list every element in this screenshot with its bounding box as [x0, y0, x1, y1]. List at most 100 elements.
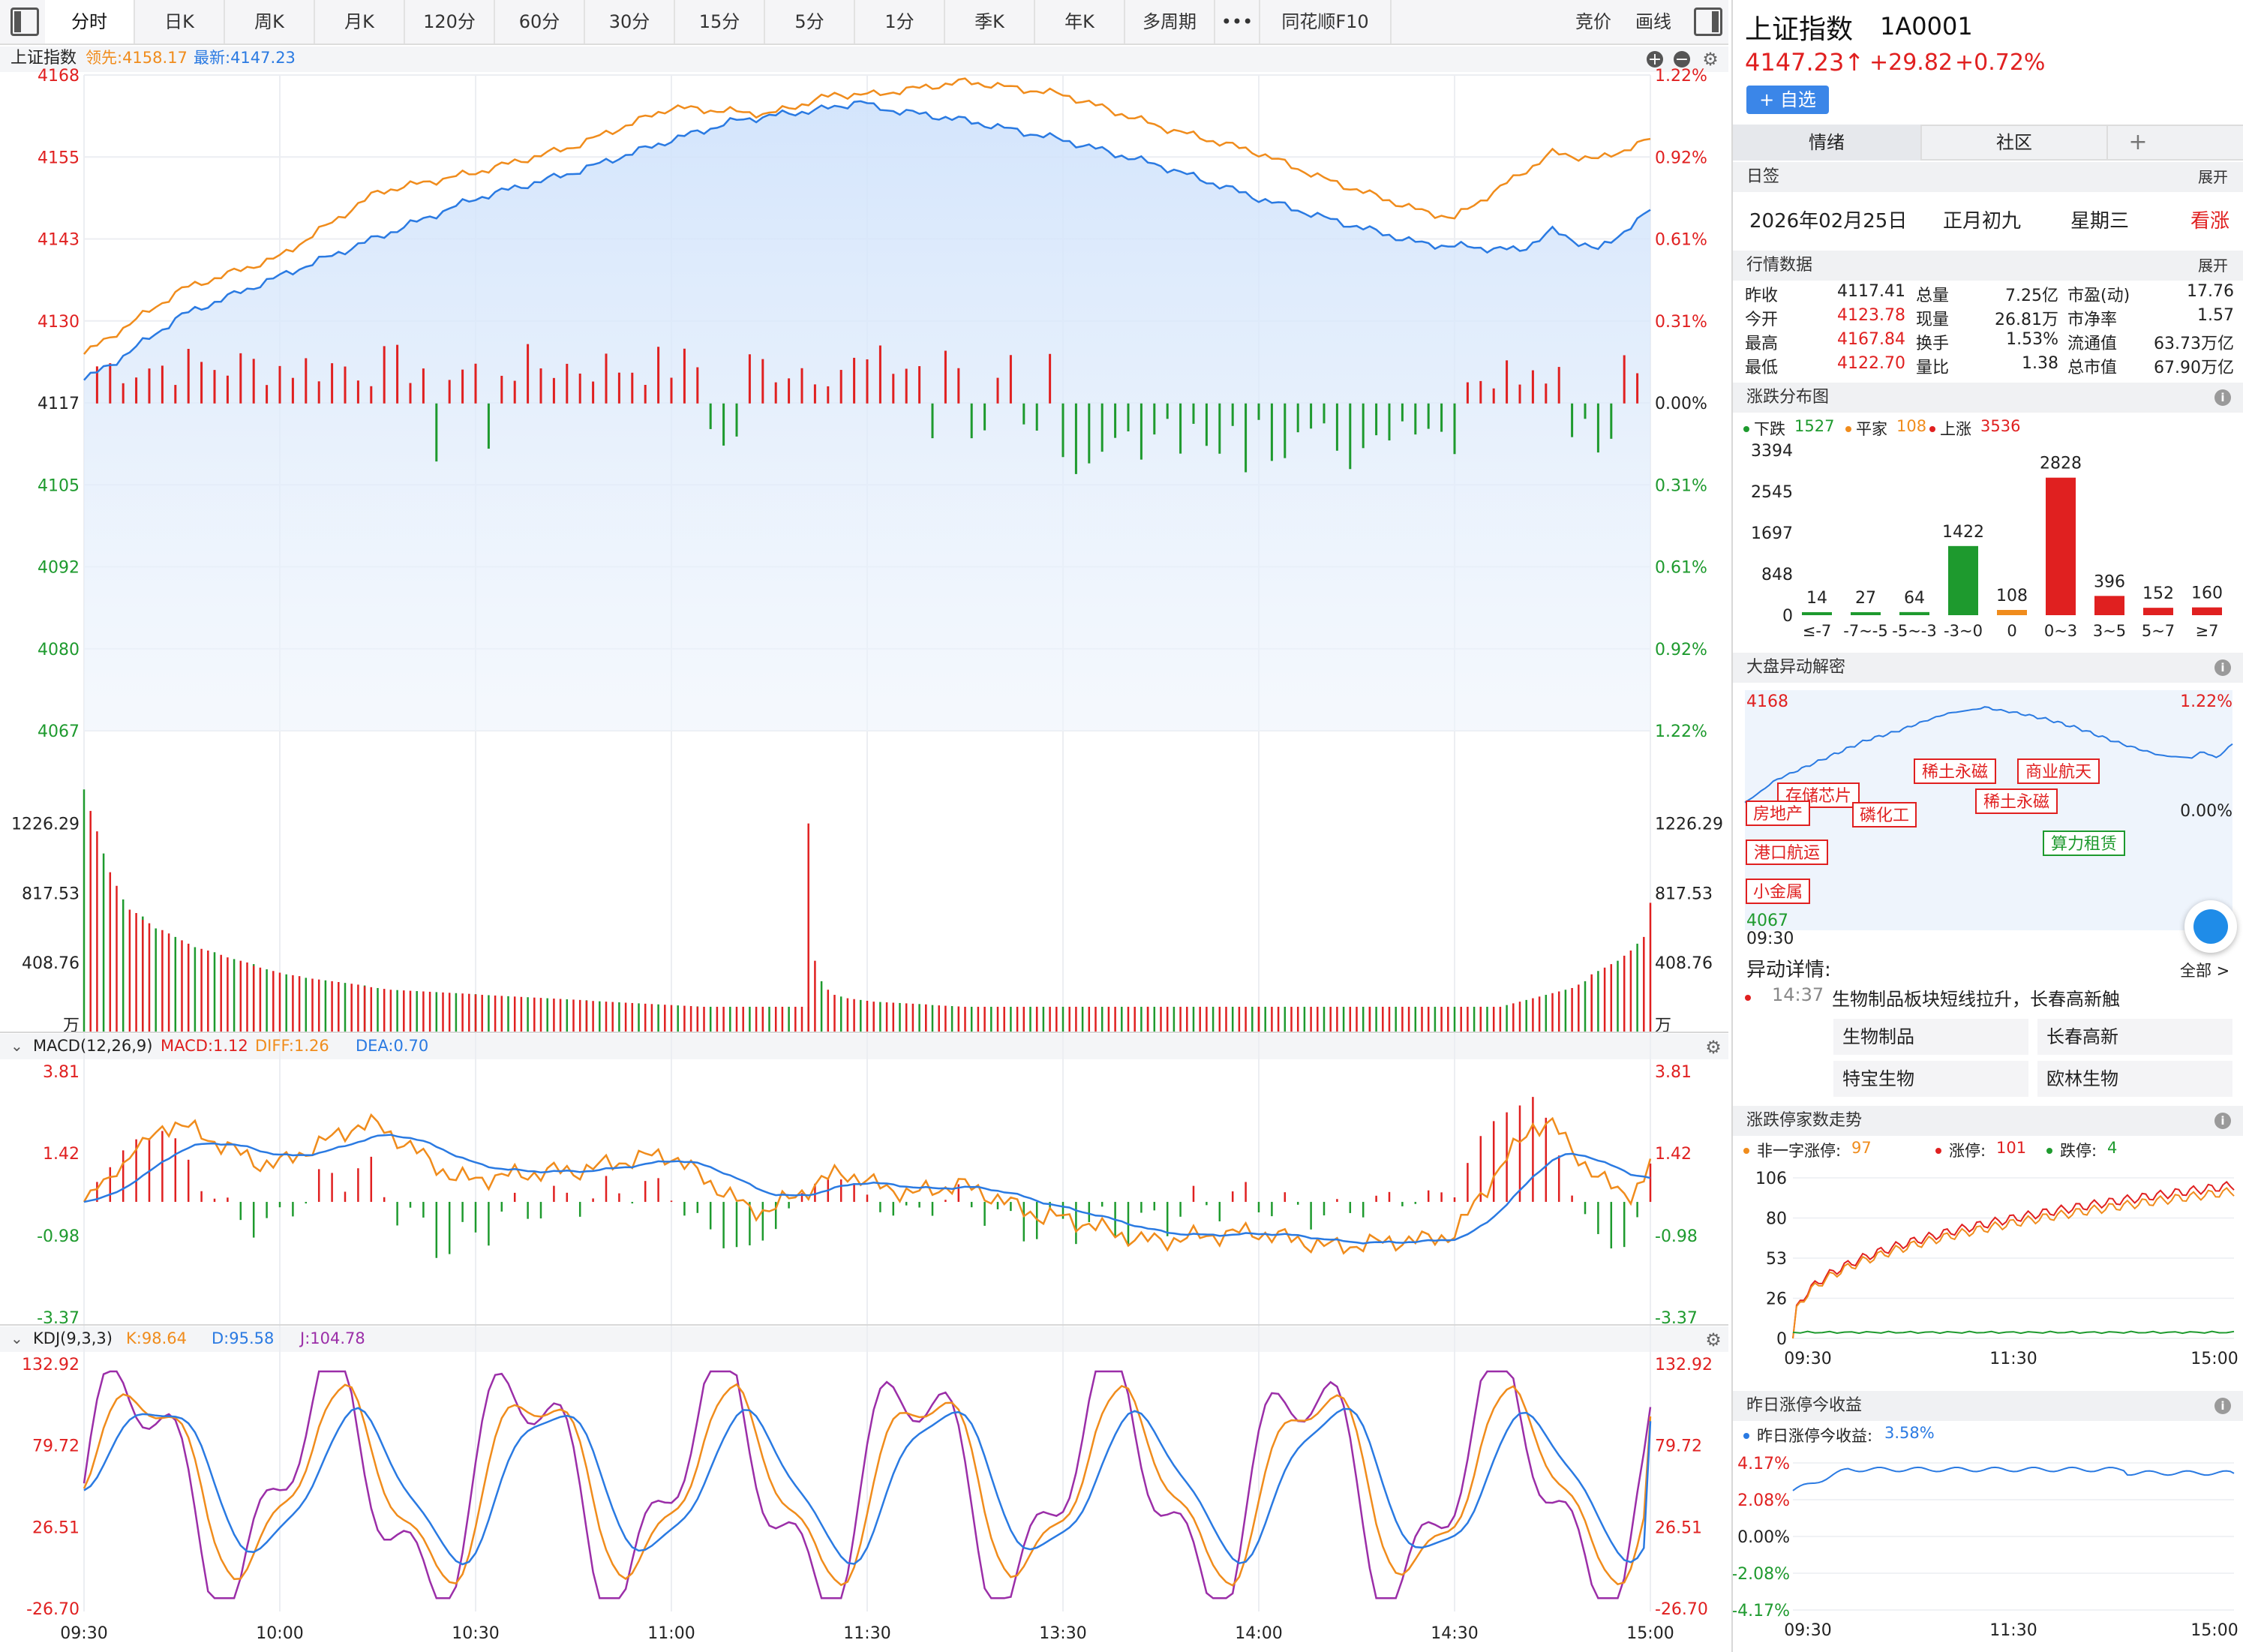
kdj-tick-label: 79.72 — [32, 1437, 80, 1456]
legend-count: 3536 — [1980, 417, 2021, 435]
limit-ytick: 26 — [1766, 1290, 1787, 1309]
latest-label: 最新:4147.23 — [194, 49, 296, 67]
time-tick-label: 10:00 — [256, 1624, 303, 1643]
limit-ytick: 53 — [1766, 1250, 1787, 1269]
macd-tick-label: 3.81 — [43, 1063, 80, 1082]
macd-title: MACD(12,26,9) — [33, 1037, 153, 1055]
time-tick-label: 11:30 — [843, 1624, 890, 1643]
yield-ytick: 4.17% — [1737, 1455, 1790, 1473]
pct-tick-label: 0.31% — [1655, 476, 1707, 495]
md-value: 4122.70 — [1837, 354, 1905, 373]
kdj-tick-label-right: 79.72 — [1655, 1437, 1702, 1456]
tab-sentiment[interactable]: 情绪 — [1733, 125, 1920, 161]
info-icon[interactable]: i — [2214, 1398, 2231, 1414]
legend-count: 1527 — [1794, 417, 1835, 435]
distribution-title: 涨跌分布图 — [1746, 388, 1830, 407]
lunar-date: 正月初九 — [1943, 210, 2022, 233]
kdj-gear-icon[interactable]: ⚙ — [1705, 1329, 1722, 1350]
kdj-tick-label: 132.92 — [22, 1356, 80, 1374]
limit-trend-chart: 106 80 53 26 009:30 11:30 15:00 — [1755, 1170, 2238, 1368]
anomaly-bot-label: 4067 — [1746, 912, 1788, 930]
lead-label: 领先:4158.17 — [86, 49, 188, 67]
md-label: 市盈(动) — [2067, 287, 2130, 305]
price-change: +29.82 — [1869, 50, 1953, 76]
limit-trend-title: 涨跌停家数走势 — [1746, 1111, 1863, 1130]
yield-line — [1792, 1466, 2235, 1491]
detail-tag[interactable]: 特宝生物+3.29% — [1833, 1061, 2028, 1125]
main-chart-area: 上证指数 领先:4158.17 最新:4147.23 + − ⚙4168 1.22%4155… — [0, 47, 1728, 1652]
legend-value: 97 — [1851, 1139, 1872, 1157]
dist-value-label: 152 — [2142, 584, 2174, 603]
kdj-tick-label-right: 132.92 — [1655, 1356, 1713, 1374]
expand-link[interactable]: 展开 — [2198, 162, 2228, 192]
time-tick-label: 14:00 — [1235, 1624, 1282, 1643]
macd-tick-label-right: 1.42 — [1655, 1145, 1692, 1164]
detail-time: 14:37 — [1772, 984, 1824, 1005]
md-label: 总市值 — [2067, 359, 2118, 377]
macd-tick-label-right: 3.81 — [1655, 1063, 1692, 1082]
kdj-tick-label: 26.51 — [32, 1518, 80, 1537]
yesterday-limit-header: 昨日涨停今收益 i — [1733, 1391, 2243, 1421]
dist-bar — [1997, 609, 2027, 615]
time-tick-label: 10:30 — [452, 1624, 499, 1643]
info-icon[interactable]: i — [2214, 1113, 2231, 1129]
look-up-badge[interactable]: 看涨 — [2190, 206, 2229, 233]
view-all-link[interactable]: 全部 > — [2180, 959, 2229, 981]
anomaly-tag-label: 房地产 — [1753, 805, 1803, 824]
dist-value-label: 2828 — [2040, 455, 2082, 473]
limit-trend-header: 涨跌停家数走势 i — [1733, 1106, 2243, 1136]
yield-x-label: 11:30 — [1989, 1621, 2037, 1640]
md-value: 1.53% — [2006, 330, 2058, 349]
detail-tag-name: 生物制品 — [1842, 1026, 1914, 1047]
md-label: 昨收 — [1745, 287, 1779, 305]
anomaly-top-label: 4168 — [1746, 692, 1788, 711]
date-text: 2026年02月25日 — [1749, 210, 1908, 233]
anomaly-tag-label: 磷化工 — [1860, 806, 1909, 825]
yield-x-label: 15:00 — [2190, 1621, 2238, 1640]
kdj-title: KDJ(9,3,3) — [33, 1329, 113, 1347]
legend-label: 昨日涨停今收益: — [1757, 1427, 1873, 1445]
macd-tick-label: 1.42 — [43, 1145, 80, 1164]
legend-dot — [1743, 1148, 1749, 1154]
detail-tag[interactable]: 长春高新+10.00% — [2037, 1019, 2232, 1083]
dist-value-label: 64 — [1904, 589, 1925, 608]
yield-ytick: -2.08% — [1733, 1565, 1790, 1584]
legend-dot — [1929, 426, 1935, 432]
info-icon[interactable]: i — [2214, 389, 2231, 406]
market-data-header: 行情数据 展开 — [1733, 251, 2243, 281]
macd-gear-icon[interactable]: ⚙ — [1705, 1037, 1722, 1058]
dist-category-label: 0~3 — [2044, 622, 2077, 640]
detail-tag-name: 长春高新 — [2046, 1026, 2118, 1047]
tab-community[interactable]: 社区 — [1920, 125, 2108, 161]
detail-tag[interactable]: 欧林生物+4.54% — [2037, 1061, 2232, 1125]
dist-bar — [2192, 607, 2222, 615]
time-tick-label: 11:00 — [647, 1624, 695, 1643]
assistant-icon-inner — [2193, 909, 2228, 944]
md-label: 总量 — [1916, 287, 1950, 305]
price-tick-label: 4143 — [38, 231, 80, 250]
assistant-float-icon[interactable] — [2184, 900, 2237, 953]
dist-category-label: ≤-7 — [1803, 622, 1832, 640]
md-value: 26.81万 — [1995, 311, 2058, 329]
info-icon[interactable]: i — [2214, 659, 2231, 676]
stock-code: 1A0001 — [1880, 12, 1973, 41]
limit-ytick: 80 — [1766, 1210, 1787, 1229]
market-anomaly-header: 大盘异动解密 i — [1733, 653, 2243, 683]
dist-ytick: 848 — [1761, 566, 1793, 584]
limit-up-nonflat-line — [1792, 1187, 2235, 1339]
price-change-pct: +0.72% — [1955, 50, 2046, 76]
md-label: 量比 — [1916, 359, 1950, 377]
detail-tag[interactable]: 生物制品+1.27% — [1833, 1019, 2028, 1083]
kdj-value: J:104.78 — [299, 1329, 365, 1347]
expand-link[interactable]: 展开 — [2198, 251, 2228, 281]
price-tick-label: 4130 — [38, 313, 80, 332]
limit-down-line — [1792, 1330, 2235, 1335]
macd-collapse-icon: ⌄ — [11, 1037, 23, 1055]
add-tab-icon[interactable]: + — [2115, 125, 2160, 161]
add-watchlist-button[interactable]: + 自选 — [1746, 86, 1829, 114]
md-label: 现量 — [1916, 311, 1950, 329]
dist-bar — [2046, 477, 2076, 615]
pct-tick-label: 0.00% — [1655, 395, 1707, 413]
legend-value: 3.58% — [1884, 1424, 1935, 1442]
price-tick-label: 4155 — [38, 149, 80, 167]
